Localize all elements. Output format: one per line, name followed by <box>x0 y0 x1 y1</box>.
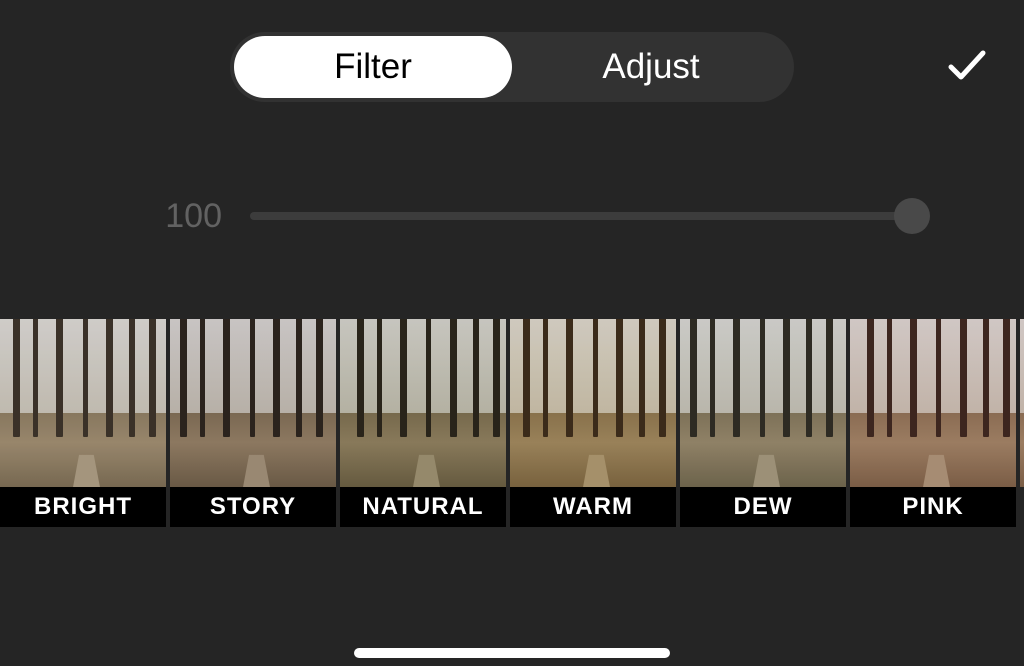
slider-thumb[interactable] <box>894 198 930 234</box>
filter-thumb <box>510 319 676 487</box>
filter-thumb <box>340 319 506 487</box>
intensity-slider[interactable]: 100 <box>0 196 1024 236</box>
confirm-button[interactable] <box>944 46 990 84</box>
filter-label: NATURAL <box>340 487 506 527</box>
filter-item-warm[interactable]: WARM <box>510 319 676 527</box>
slider-value-label: 100 <box>158 197 222 236</box>
filter-item-peek[interactable] <box>1020 319 1024 527</box>
tab-adjust[interactable]: Adjust <box>512 36 790 98</box>
filter-strip[interactable]: BRIGHT STORY NATURAL <box>0 319 1024 527</box>
filter-label: PINK <box>850 487 1016 527</box>
filter-thumb <box>170 319 336 487</box>
filter-label: WARM <box>510 487 676 527</box>
filter-thumb <box>680 319 846 487</box>
filter-label: STORY <box>170 487 336 527</box>
filter-item-dew[interactable]: DEW <box>680 319 846 527</box>
filter-item-pink[interactable]: PINK <box>850 319 1016 527</box>
tab-filter[interactable]: Filter <box>234 36 512 98</box>
filter-item-natural[interactable]: NATURAL <box>340 319 506 527</box>
filter-thumb <box>1020 319 1024 487</box>
tab-segmented-control: Filter Adjust <box>230 32 794 102</box>
filter-item-story[interactable]: STORY <box>170 319 336 527</box>
filter-item-bright[interactable]: BRIGHT <box>0 319 166 527</box>
check-icon <box>947 49 987 81</box>
filter-label: DEW <box>680 487 846 527</box>
filter-label: BRIGHT <box>0 487 166 527</box>
filter-thumb <box>0 319 166 487</box>
slider-track[interactable] <box>250 212 924 220</box>
home-indicator[interactable] <box>354 648 670 658</box>
filter-thumb <box>850 319 1016 487</box>
